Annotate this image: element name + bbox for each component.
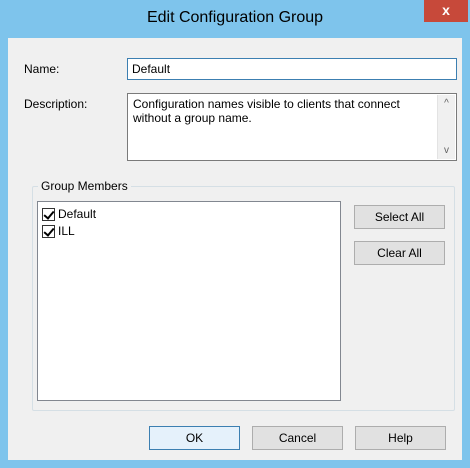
group-members-title: Group Members <box>38 179 131 193</box>
checkbox-checked-icon[interactable] <box>42 207 55 221</box>
ok-button[interactable]: OK <box>149 426 240 450</box>
description-scrollbar[interactable]: ^ v <box>437 95 455 159</box>
scroll-up-icon[interactable]: ^ <box>438 95 455 112</box>
name-value: Default <box>132 62 171 76</box>
list-item-label: Default <box>58 207 97 221</box>
help-button[interactable]: Help <box>355 426 446 450</box>
description-value: Configuration names visible to clients t… <box>133 97 400 125</box>
description-label: Description: <box>24 97 88 111</box>
dialog-window: Edit Configuration Group x Name: Default… <box>0 0 470 468</box>
dialog-title: Edit Configuration Group <box>146 9 324 26</box>
title-bar[interactable]: Edit Configuration Group x <box>0 0 470 38</box>
clear-all-button[interactable]: Clear All <box>354 241 445 265</box>
checkbox-checked-icon[interactable] <box>42 224 55 238</box>
list-item[interactable]: ILL <box>42 223 75 239</box>
description-field[interactable]: Configuration names visible to clients t… <box>127 93 457 161</box>
close-icon: x <box>442 2 450 18</box>
name-label: Name: <box>24 62 60 76</box>
name-field[interactable]: Default <box>127 58 457 80</box>
scroll-down-icon[interactable]: v <box>438 142 455 159</box>
list-item[interactable]: Default <box>42 206 96 222</box>
close-button[interactable]: x <box>424 0 468 22</box>
dialog-body: Name: Default Description: Configuration… <box>8 38 462 460</box>
group-members-list[interactable]: Default ILL <box>37 201 341 401</box>
cancel-button[interactable]: Cancel <box>252 426 343 450</box>
select-all-button[interactable]: Select All <box>354 205 445 229</box>
list-item-label: ILL <box>58 224 75 238</box>
